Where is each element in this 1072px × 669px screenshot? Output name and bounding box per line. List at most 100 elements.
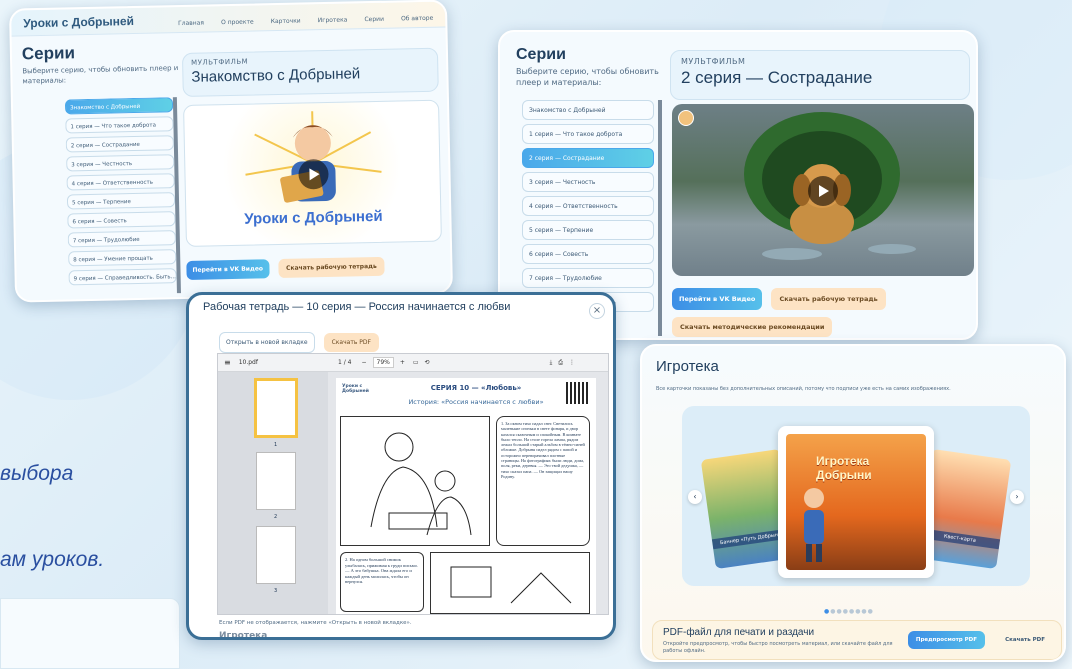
center-card-title: Игротека Добрыни: [816, 454, 872, 482]
nav-link[interactable]: Главная: [178, 20, 204, 28]
coloring-illustration-2: [430, 552, 590, 614]
episode-item[interactable]: 1 серия — Что такое доброта: [65, 116, 174, 134]
carousel-next-button[interactable]: ›: [1010, 490, 1024, 504]
thumb-label: 3: [274, 588, 278, 594]
section-title: Серии: [516, 46, 566, 63]
episode-item[interactable]: 8 серия — Умение прощать: [68, 249, 177, 267]
games-subtitle: Все карточки показаны без дополнительных…: [656, 386, 951, 392]
download-icon[interactable]: ⤓: [550, 359, 553, 367]
pdf-subheading: История: «Россия начинается с любви»: [408, 398, 544, 406]
vk-video-button[interactable]: Перейти в VK Видео: [672, 288, 763, 310]
section-hint: Выберите серию, чтобы обновить плеер и м…: [22, 64, 179, 86]
title-panel: МУЛЬТФИЛЬМ Знакомство с Добрыней: [181, 47, 439, 97]
pdf-footer-hint: Если PDF не отображается, нажмите «Откры…: [219, 620, 412, 626]
pdf-panel-desc: Откройте предпросмотр, чтобы быстро посм…: [663, 641, 893, 654]
section-title: Серии: [21, 43, 76, 64]
menu-icon[interactable]: ≡: [224, 358, 231, 367]
page-indicator: 1 / 4: [337, 359, 352, 366]
episode-item[interactable]: 4 серия — Ответственность: [66, 173, 175, 191]
more-icon[interactable]: ⋮: [569, 359, 575, 366]
close-icon[interactable]: ×: [589, 303, 605, 319]
zoom-level[interactable]: 79%: [372, 357, 394, 368]
brand-logo[interactable]: Уроки с Добрыней: [23, 14, 134, 30]
carousel-dots: ●●●●●●●●: [824, 608, 874, 615]
games-title: Игротека: [656, 358, 719, 375]
episode-item[interactable]: 4 серия — Ответственность: [522, 196, 654, 216]
episode-item[interactable]: 7 серия — Трудолюбие: [522, 268, 654, 288]
method-button[interactable]: Скачать методические рекомендации: [672, 317, 833, 337]
workbook-button[interactable]: Скачать рабочую тетрадь: [771, 288, 886, 310]
pdf-toolbar: ≡ 10.pdf 1 / 4 − 79% + ▭ ⟲ ⤓ ⎙ ⋮: [218, 354, 608, 372]
nav-link[interactable]: Серии: [364, 16, 384, 23]
episode-item[interactable]: 3 серия — Честность: [522, 172, 654, 192]
preview-pdf-button[interactable]: Предпросмотр PDF: [907, 631, 985, 649]
boy-illustration: [804, 488, 824, 562]
under-label: Игротека: [219, 631, 268, 640]
games-page-card: Игротека Все карточки показаны без допол…: [640, 344, 1066, 662]
story-box-1: 1. За окном тихо падал снег. Светились м…: [496, 416, 590, 546]
video-player[interactable]: Уроки с Добрыней: [183, 99, 442, 247]
pdf-heading: СЕРИЯ 10 — «Любовь»: [430, 384, 522, 392]
episode-item[interactable]: 9 серия — Справедливость. Быть...: [68, 268, 177, 286]
download-pdf-button[interactable]: Скачать PDF: [323, 333, 379, 352]
episode-item[interactable]: 2 серия — Сострадание: [522, 148, 654, 168]
episode-item[interactable]: Знакомство с Добрыней: [522, 100, 654, 120]
modal-title: Рабочая тетрадь — 10 серия — Россия начи…: [203, 301, 511, 313]
open-new-tab-button[interactable]: Открыть в новой вкладке: [219, 332, 315, 353]
background-text-line1: выбора: [0, 462, 74, 485]
episode-item[interactable]: 5 серия — Терпение: [66, 192, 176, 210]
pdf-filename: 10.pdf: [238, 359, 258, 366]
pdf-panel-title: PDF-файл для печати и раздачи: [663, 627, 815, 638]
thumb-label: 1: [274, 442, 278, 448]
episode-item[interactable]: Знакомство с Добрыней: [64, 97, 174, 115]
episode-list[interactable]: Знакомство с Добрыней 1 серия — Что тако…: [64, 97, 181, 296]
episode-item[interactable]: 1 серия — Что такое доброта: [522, 124, 654, 144]
carousel-card-center[interactable]: Игротека Добрыни: [778, 426, 934, 578]
qr-code-icon: [566, 382, 588, 404]
workbook-modal-card: Рабочая тетрадь — 10 серия — Россия начи…: [186, 292, 616, 640]
story-box-2: 2. На одном большой снимок улыбалась, пр…: [340, 552, 424, 612]
pdf-panel: PDF-файл для печати и раздачи Откройте п…: [652, 620, 1062, 660]
episode-item[interactable]: 2 серия — Сострадание: [65, 135, 174, 153]
play-button[interactable]: [808, 176, 838, 206]
thumb-label: 2: [274, 514, 278, 520]
background-panel: [0, 598, 180, 669]
zoom-out-icon[interactable]: −: [361, 359, 366, 366]
background-text-line2: ам уроков.: [0, 548, 105, 571]
thumbnail-sidebar: 1 2 3: [218, 372, 328, 614]
kind-label: МУЛЬТФИЛЬМ: [681, 57, 746, 66]
nav-links: Главная О проекте Карточки Игротека Сери…: [166, 5, 434, 30]
pdf-page: Уроки с Добрыней СЕРИЯ 10 — «Любовь» Ист…: [336, 378, 596, 614]
episode-item[interactable]: 6 серия — Совесть: [67, 211, 176, 229]
pdf-viewer[interactable]: ≡ 10.pdf 1 / 4 − 79% + ▭ ⟲ ⤓ ⎙ ⋮ 1 2 3 У…: [217, 353, 609, 615]
video-player[interactable]: [672, 104, 974, 276]
nav-link[interactable]: Об авторе: [401, 15, 433, 23]
episode-title: Знакомство с Добрыней: [191, 65, 361, 86]
episode-title: 2 серия — Сострадание: [681, 68, 873, 87]
episode-item[interactable]: 5 серия — Терпение: [522, 220, 654, 240]
workbook-button[interactable]: Скачать рабочую тетрадь: [277, 256, 385, 279]
nav-link[interactable]: О проекте: [221, 18, 254, 26]
channel-avatar: [678, 110, 694, 126]
print-icon[interactable]: ⎙: [558, 359, 563, 367]
page-thumbnail[interactable]: [254, 378, 298, 438]
page-thumbnail[interactable]: [256, 526, 296, 584]
episode-item[interactable]: 6 серия — Совесть: [522, 244, 654, 264]
vk-video-button[interactable]: Перейти в VK Видео: [186, 259, 270, 280]
zoom-in-icon[interactable]: +: [400, 359, 405, 366]
top-navbar: Уроки с Добрыней Главная О проекте Карто…: [11, 1, 446, 37]
page-thumbnail[interactable]: [256, 452, 296, 510]
series-page-card: Уроки с Добрыней Главная О проекте Карто…: [8, 0, 454, 303]
episode-item[interactable]: 3 серия — Честность: [66, 154, 175, 172]
nav-link[interactable]: Карточки: [271, 18, 301, 26]
pdf-logo: Уроки с Добрыней: [342, 384, 369, 394]
episode-item[interactable]: 7 серия — Трудолюбие: [67, 230, 176, 248]
nav-link[interactable]: Игротека: [318, 17, 348, 25]
section-hint: Выберите серию, чтобы обновить плеер и м…: [516, 67, 659, 87]
carousel: ‹ › Баннер «Путь Добрыни» Квест-карта Иг…: [682, 406, 1030, 586]
carousel-prev-button[interactable]: ‹: [688, 490, 702, 504]
rotate-icon[interactable]: ⟲: [425, 359, 430, 366]
download-pdf-button[interactable]: Скачать PDF: [997, 631, 1053, 649]
coloring-illustration: [340, 416, 490, 546]
fit-page-icon[interactable]: ▭: [413, 359, 419, 366]
